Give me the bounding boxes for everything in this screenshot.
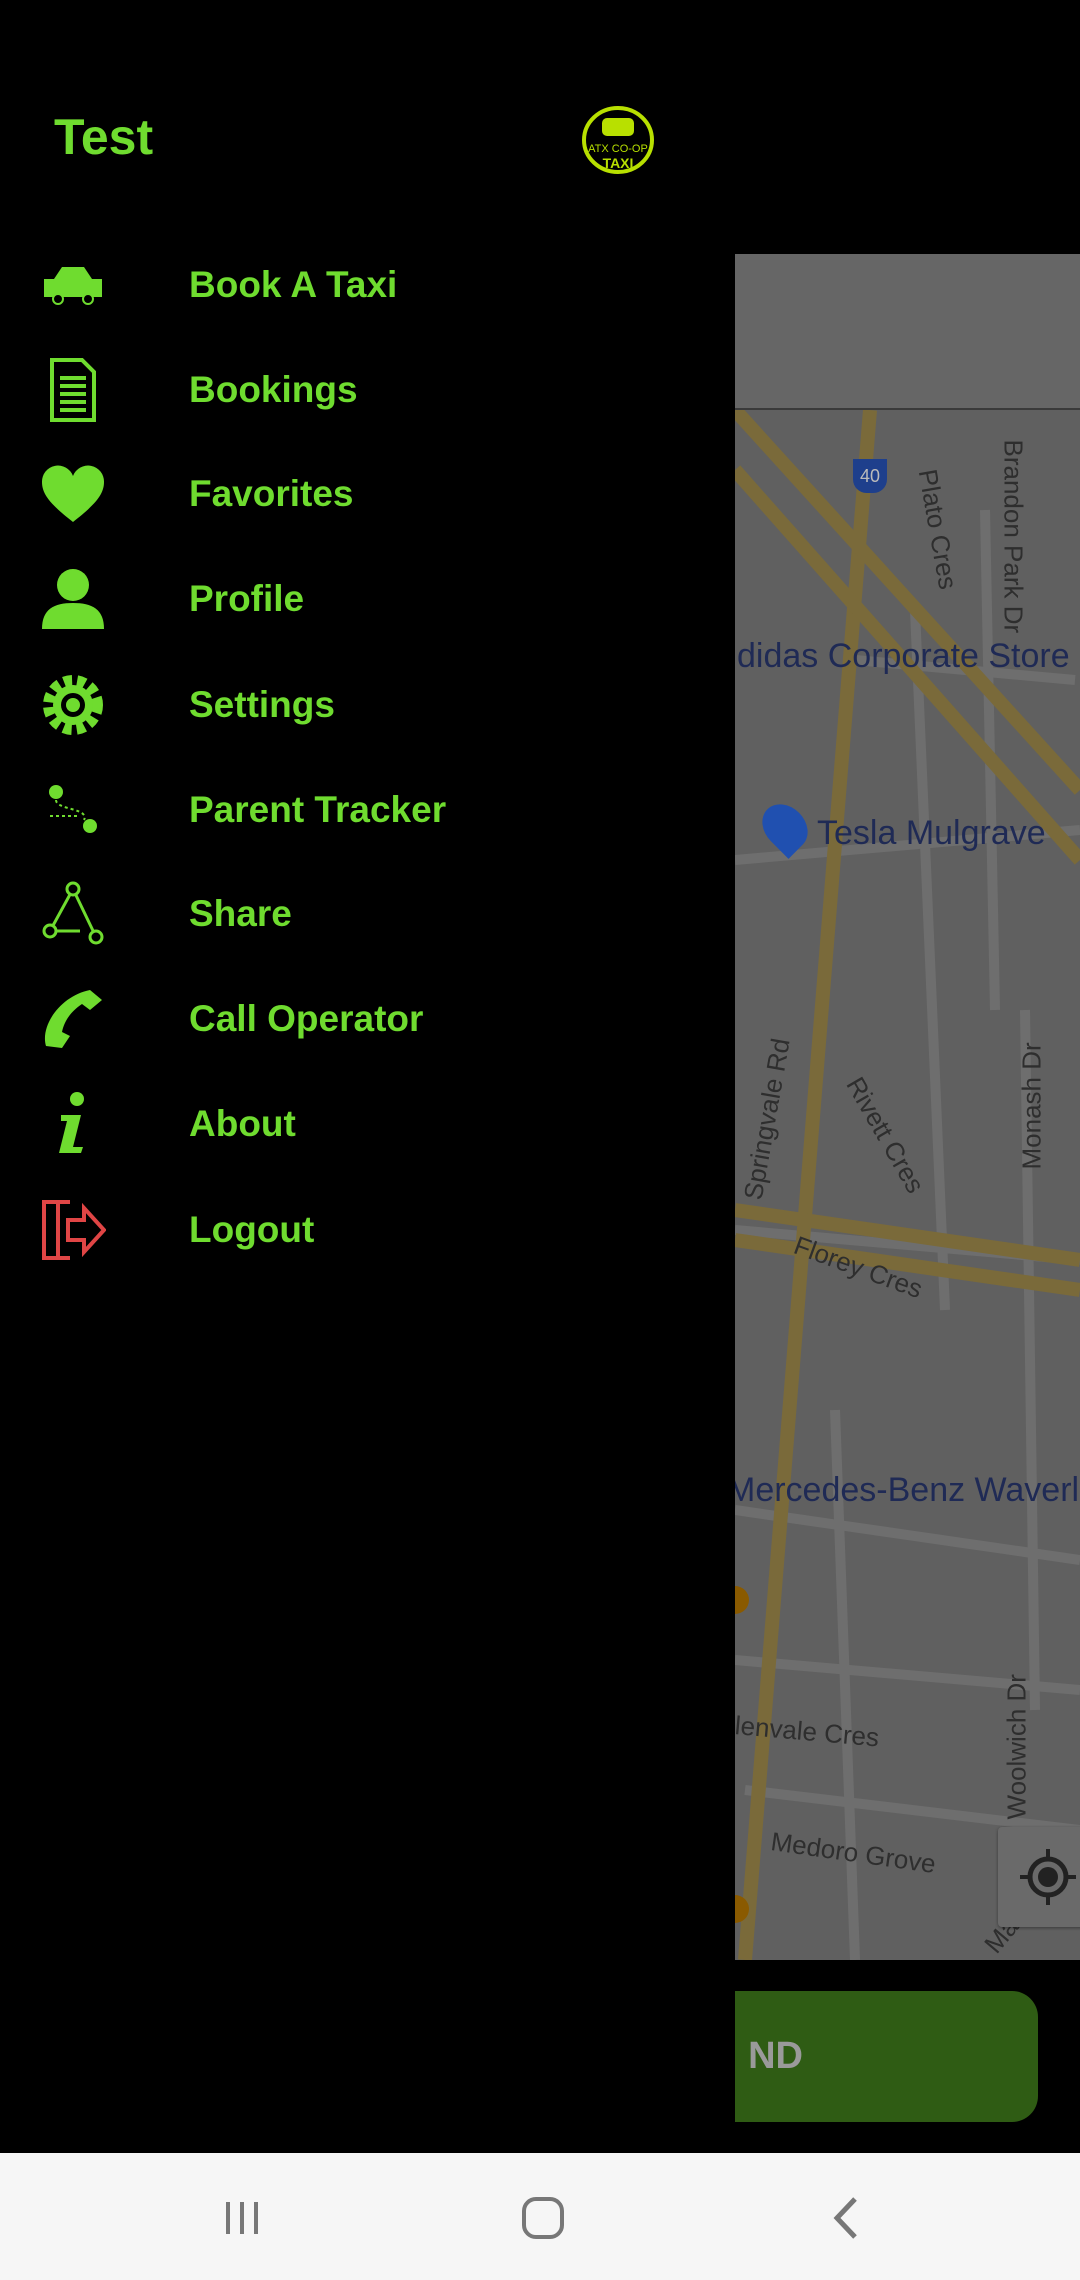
- menu-item-share[interactable]: Share: [0, 864, 735, 964]
- menu-item-logout[interactable]: Logout: [0, 1180, 735, 1280]
- recent-apps-button[interactable]: [207, 2183, 277, 2253]
- car-icon: [40, 252, 106, 318]
- menu-item-settings[interactable]: Settings: [0, 655, 735, 755]
- menu-item-label: Bookings: [189, 369, 358, 410]
- share-icon: [40, 881, 106, 947]
- menu-item-call-operator[interactable]: Call Operator: [0, 969, 735, 1069]
- map-label: Tesla Mulgrave: [817, 814, 1046, 852]
- document-icon: [40, 357, 106, 423]
- gear-icon: [40, 672, 106, 738]
- menu-item-bookings[interactable]: Bookings: [0, 340, 735, 440]
- search-area[interactable]: [735, 254, 1080, 410]
- menu-item-label: Profile: [189, 578, 305, 619]
- map-label: didas Corporate Store: [737, 637, 1070, 675]
- back-icon: [833, 2197, 857, 2239]
- menu-item-label: About: [189, 1103, 296, 1144]
- menu-item-favorites[interactable]: Favorites: [0, 444, 735, 544]
- menu-item-label: Settings: [189, 684, 335, 725]
- road-label: Brandon Park Dr: [998, 439, 1029, 634]
- menu-item-label: Parent Tracker: [189, 789, 447, 830]
- atx-coop-taxi-logo: ATX CO-OP TAXI: [582, 106, 654, 174]
- menu-item-label: Share: [189, 893, 292, 934]
- map-label: Mercedes-Benz Waverl: [735, 1471, 1080, 1509]
- menu-item-book-a-taxi[interactable]: Book A Taxi: [0, 235, 735, 335]
- my-location-button[interactable]: [998, 1827, 1080, 1927]
- svg-text:ATX CO-OP: ATX CO-OP: [588, 143, 648, 155]
- info-icon: [40, 1091, 106, 1157]
- home-icon: [522, 2197, 564, 2239]
- menu-item-label: Book A Taxi: [189, 264, 398, 305]
- phone-icon: [40, 986, 106, 1052]
- navigation-drawer: Test ATX CO-OP TAXI Book A Taxi Bookings…: [0, 0, 735, 2153]
- svg-text:TAXI: TAXI: [603, 155, 634, 171]
- back-button[interactable]: [812, 2183, 882, 2253]
- confirm-button[interactable]: ND: [735, 1991, 1038, 2122]
- heart-icon: [40, 461, 106, 527]
- recent-apps-icon: [226, 2202, 258, 2234]
- menu-item-label: Logout: [189, 1209, 315, 1250]
- menu-item-parent-tracker[interactable]: Parent Tracker: [0, 760, 735, 860]
- system-navigation-bar: [0, 2153, 1080, 2280]
- user-name: Test: [54, 109, 154, 165]
- crosshair-icon: [1020, 1849, 1076, 1905]
- menu-item-label: Call Operator: [189, 998, 424, 1039]
- person-icon: [40, 566, 106, 632]
- map-view[interactable]: didas Corporate Store Tesla Mulgrave Mer…: [735, 254, 1080, 1960]
- menu-item-label: Favorites: [189, 473, 354, 514]
- highway-shield: 40: [853, 459, 887, 493]
- home-button[interactable]: [508, 2183, 578, 2253]
- route-icon: [40, 777, 106, 843]
- menu-item-about[interactable]: About: [0, 1074, 735, 1174]
- road-label: Monash Dr: [1016, 1042, 1047, 1170]
- logout-icon: [40, 1197, 106, 1263]
- road-label: Woolwich Dr: [1001, 1674, 1032, 1820]
- menu-item-profile[interactable]: Profile: [0, 549, 735, 649]
